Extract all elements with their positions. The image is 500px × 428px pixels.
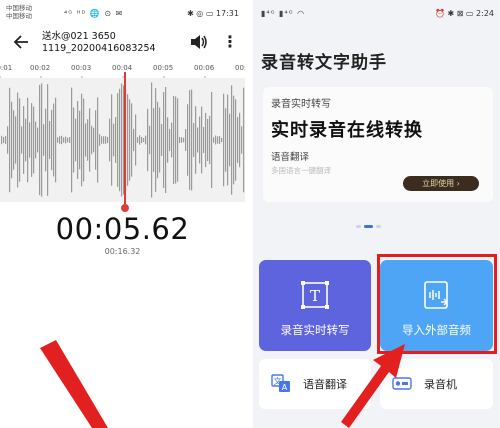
app-home-screen: ▮⁴ᴳ ▮⁴ᴳ ◠ ⏰ ✱ ⊠ ▭ 2:24 录音转文字助手 录音实时转写 实时… bbox=[253, 0, 500, 428]
screenshot-divider bbox=[245, 0, 253, 428]
recording-player-screen: 中国移动 中国移动 ⁴ᴳ ᴴᴰ 🌐 ⊙ ✉ ✱ ◎ ▭ 17:31 送水@021… bbox=[0, 0, 245, 428]
red-arrow-annotation-left bbox=[40, 340, 108, 428]
red-arrow-annotation-right bbox=[341, 344, 405, 428]
